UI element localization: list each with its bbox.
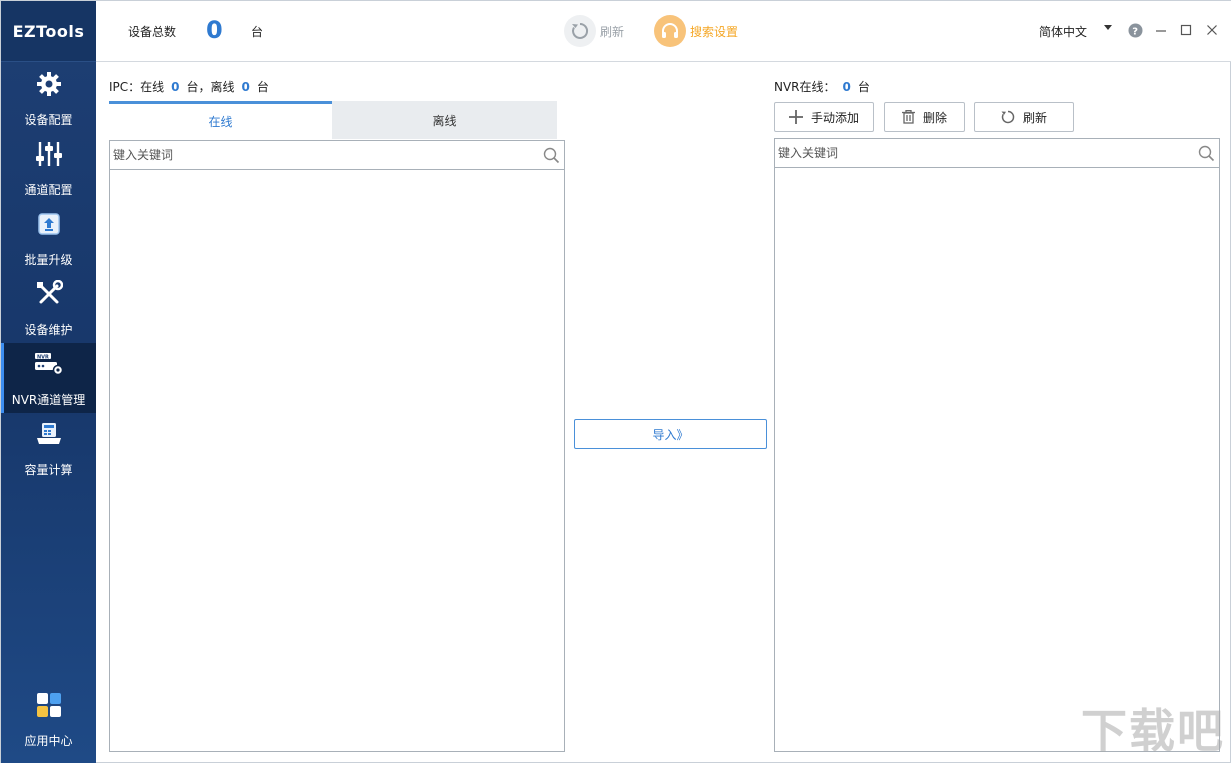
watermark: 下载吧 xyxy=(1081,704,1225,758)
ipc-online-count: 0 xyxy=(171,80,180,94)
plus-icon xyxy=(788,110,803,124)
nvr-search-box xyxy=(774,138,1220,168)
ipc-search-box xyxy=(109,140,565,170)
ipc-status: IPC：在线 0 台，离线 0 台 xyxy=(109,78,269,95)
main-content: IPC：在线0台，离线0台 在线 离线 导入》 NVR在线：0台 手动添加 xyxy=(96,63,1231,763)
sliders-icon xyxy=(35,139,63,169)
search-icon[interactable] xyxy=(1198,145,1215,165)
help-icon[interactable]: ? xyxy=(1126,21,1144,39)
sidebar-item-label: 设备维护 xyxy=(24,323,73,337)
calculator-icon xyxy=(35,419,63,449)
search-settings-button[interactable]: 搜索设置 xyxy=(654,14,738,48)
minimize-icon[interactable] xyxy=(1152,21,1170,39)
tab-online[interactable]: 在线 xyxy=(109,101,332,139)
sidebar-item-channel-config[interactable]: 通道配置 xyxy=(1,133,96,203)
import-button[interactable]: 导入》 xyxy=(574,419,767,449)
nvr-online-label: NVR在线： xyxy=(774,80,836,94)
device-total-unit: 台 xyxy=(251,25,264,39)
ipc-online-label: IPC：在线 xyxy=(109,80,165,94)
svg-text:?: ? xyxy=(1132,26,1138,37)
ipc-offline-label: 台，离线 xyxy=(186,80,235,94)
sidebar-item-label: 批量升级 xyxy=(24,253,73,267)
device-total-label: 设备总数 xyxy=(128,25,177,39)
nvr-icon: NVR xyxy=(34,349,64,379)
tab-offline[interactable]: 离线 xyxy=(332,101,557,139)
search-settings-label: 搜索设置 xyxy=(690,24,739,39)
sidebar-item-app-center[interactable]: 应用中心 xyxy=(1,684,96,754)
maximize-icon[interactable] xyxy=(1177,21,1195,39)
search-icon[interactable] xyxy=(543,147,560,167)
refresh-label: 刷新 xyxy=(600,24,625,39)
refresh-icon xyxy=(1001,110,1015,124)
ipc-offline-count: 0 xyxy=(241,80,250,94)
device-total-count: 0 xyxy=(206,16,223,44)
gear-icon xyxy=(36,69,62,99)
nvr-device-list[interactable] xyxy=(774,167,1220,752)
nvr-status: NVR在线： 0 台 xyxy=(774,78,870,95)
ipc-device-list[interactable] xyxy=(109,169,565,752)
apps-icon xyxy=(36,690,62,720)
tools-icon xyxy=(35,279,63,309)
chevron-down-icon[interactable] xyxy=(1104,25,1112,30)
manual-add-label: 手动添加 xyxy=(810,110,859,125)
refresh-icon xyxy=(564,15,596,47)
sidebar-item-device-config[interactable]: 设备配置 xyxy=(1,63,96,133)
nvr-search-input[interactable] xyxy=(775,139,1175,167)
ipc-unit: 台 xyxy=(256,80,269,94)
delete-button[interactable]: 删除 xyxy=(884,102,965,132)
sidebar-item-nvr-channel[interactable]: NVR NVR通道管理 xyxy=(1,343,96,413)
headset-icon xyxy=(654,15,686,47)
sidebar-item-label: 应用中心 xyxy=(24,734,73,748)
nvr-online-count: 0 xyxy=(842,80,851,94)
top-refresh-button[interactable]: 刷新 xyxy=(564,14,624,48)
nvr-unit: 台 xyxy=(857,80,870,94)
app-logo: EZTools xyxy=(1,1,96,62)
language-select[interactable]: 简体中文 xyxy=(1039,23,1087,40)
sidebar: EZTools 设备配置 通道配置 批量升级 设备维护 NVR NVR通道管理 … xyxy=(1,1,96,763)
sidebar-item-capacity-calc[interactable]: 容量计算 xyxy=(1,413,96,483)
sidebar-item-device-maintenance[interactable]: 设备维护 xyxy=(1,273,96,343)
sidebar-item-label: 通道配置 xyxy=(24,183,73,197)
nvr-refresh-button[interactable]: 刷新 xyxy=(974,102,1074,132)
manual-add-button[interactable]: 手动添加 xyxy=(774,102,874,132)
ipc-tabs: 在线 离线 xyxy=(109,101,557,139)
app-window: EZTools 设备配置 通道配置 批量升级 设备维护 NVR NVR通道管理 … xyxy=(0,0,1231,763)
svg-text:NVR: NVR xyxy=(37,355,49,361)
upgrade-icon xyxy=(36,209,62,239)
delete-label: 删除 xyxy=(922,110,947,125)
sidebar-item-label: NVR通道管理 xyxy=(11,393,86,407)
sidebar-item-label: 容量计算 xyxy=(24,463,73,477)
nvr-refresh-label: 刷新 xyxy=(1022,110,1047,125)
sidebar-item-label: 设备配置 xyxy=(24,113,73,127)
sidebar-item-batch-upgrade[interactable]: 批量升级 xyxy=(1,203,96,273)
close-icon[interactable] xyxy=(1203,21,1221,39)
top-bar: 设备总数 0 台 刷新 搜索设置 简体中文 ? xyxy=(96,1,1231,62)
ipc-search-input[interactable] xyxy=(110,141,519,169)
trash-icon xyxy=(901,110,915,124)
